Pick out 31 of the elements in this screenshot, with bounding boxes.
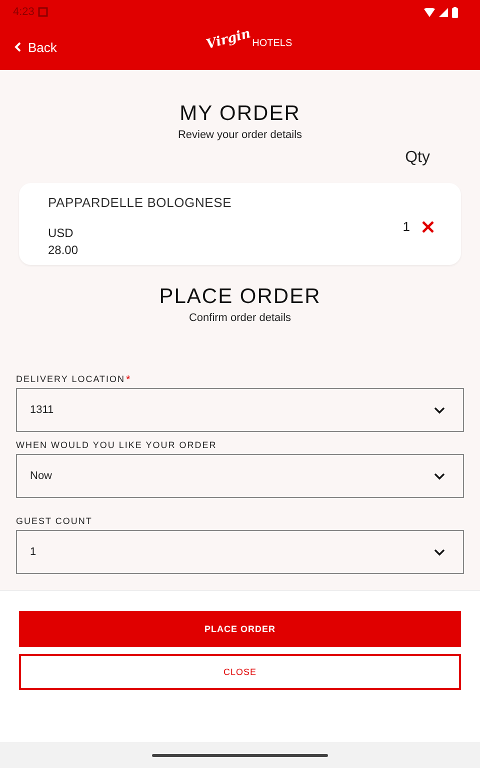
remove-icon[interactable] [422,221,434,233]
chevron-down-icon [434,472,445,480]
field-label: DELIVERY LOCATION [16,374,126,384]
item-quantity: 1 [402,219,410,234]
dropdown-field[interactable]: Now [16,454,464,498]
signal-icon [439,8,448,16]
dropdown-field[interactable]: 1311 [16,388,464,432]
home-handle[interactable] [152,754,328,756]
dropdown-field[interactable]: 1 [16,530,464,574]
battery-icon [452,6,458,18]
back-button[interactable]: Back [12,38,59,56]
item-name: PAPPARDELLE BOLOGNESE [48,195,233,210]
wifi-icon [424,8,435,16]
item-currency: USD [48,226,74,240]
required-mark: * [126,374,132,386]
section-title: PLACE ORDER [159,285,321,309]
hotel-logo: Virgin HOTELS [206,32,292,47]
section-subtitle: Review your order details [178,129,302,141]
notification-icon [38,7,48,17]
chevron-down-icon [434,548,445,556]
place-order-button[interactable]: PLACE ORDER [19,611,461,647]
item-price: 28.00 [48,243,80,257]
field-label: GUEST COUNT [16,516,92,526]
close-button[interactable]: CLOSE [19,654,461,690]
qty-heading: Qty [405,149,430,167]
section-subtitle: Confirm order details [188,312,292,324]
field-label: WHEN WOULD YOU LIKE YOUR ORDER [16,440,217,450]
section-title: MY ORDER [180,102,300,126]
status-time: 4:23 [13,6,34,18]
chevron-left-icon [14,42,22,52]
chevron-down-icon [434,406,445,414]
